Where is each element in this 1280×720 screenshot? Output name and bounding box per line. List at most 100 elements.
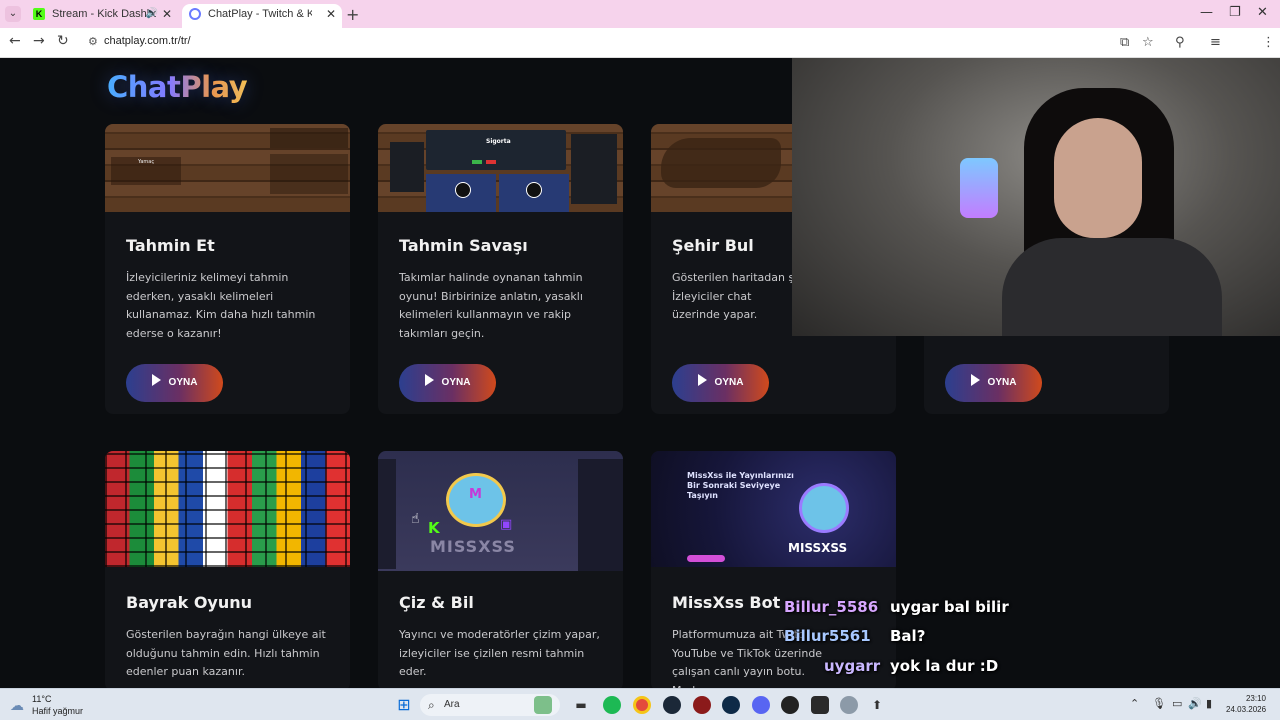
chat-message: uygarr yok la dur :D — [824, 657, 998, 675]
volume-icon[interactable]: 🔊 — [1188, 697, 1202, 710]
chat-username: Billur_5586 — [784, 598, 879, 616]
obs-icon[interactable] — [781, 696, 799, 714]
speaker-icon[interactable]: 🔊 — [146, 4, 158, 24]
thumb-logo-text: MISSXSS — [430, 537, 516, 556]
play-button[interactable]: OYNA — [945, 364, 1042, 402]
chrome-icon[interactable] — [633, 696, 651, 714]
kick-logo-icon: K — [428, 519, 440, 537]
game-thumbnail: Sigorta — [378, 124, 623, 212]
search-icon: ⌕ — [428, 698, 435, 712]
reload-icon[interactable]: ↻ — [57, 33, 69, 49]
play-label: OYNA — [987, 377, 1017, 388]
play-button[interactable]: OYNA — [399, 364, 496, 402]
epic-games-icon[interactable] — [811, 696, 829, 714]
chat-text: uygar bal bilir — [890, 598, 1009, 616]
play-button[interactable]: OYNA — [126, 364, 223, 402]
extensions-icon[interactable]: ⚲ — [1175, 35, 1185, 50]
close-tab-icon[interactable]: ✕ — [162, 4, 172, 24]
play-icon — [151, 374, 161, 386]
game-title: Şehir Bul — [672, 236, 754, 255]
game-card-missxss-bot: MissXss ile Yayınlarınızı Bir Sonraki Se… — [651, 451, 896, 688]
kick-favicon-icon: K — [33, 8, 45, 20]
tab-search-button[interactable]: ⌄ — [5, 6, 21, 22]
chat-message: Billur5561 Bal? — [784, 627, 925, 645]
page-content: ChatPlay Yamaç Tahmin Et İzleyicileriniz… — [0, 58, 1280, 688]
game-card-tahmin-et: Yamaç Tahmin Et İzleyicileriniz kelimeyi… — [105, 124, 350, 414]
mouse-cursor-icon: ☝ — [411, 511, 420, 527]
install-app-icon[interactable]: ⧉ — [1120, 35, 1129, 50]
play-label: OYNA — [714, 377, 744, 388]
game-title: Bayrak Oyunu — [126, 593, 253, 612]
game-description: Gösterilen haritadan şe İzleyiciler chat… — [672, 271, 801, 321]
play-icon — [970, 374, 980, 386]
app-gear-icon[interactable] — [840, 696, 858, 714]
minimize-icon[interactable]: — — [1200, 5, 1213, 20]
game-description: Yayıncı ve moderatörler çizim yapar, izl… — [399, 628, 600, 678]
game-thumbnail: MissXss ile Yayınlarınızı Bir Sonraki Se… — [651, 451, 896, 567]
restore-icon[interactable]: ❐ — [1229, 5, 1241, 20]
window-close-icon[interactable]: ✕ — [1257, 5, 1268, 20]
tab-title: ChatPlay - Twitch & Kick İzleyic — [208, 8, 312, 20]
twitch-logo-icon: ▣ — [500, 517, 513, 532]
app-c-icon[interactable] — [722, 696, 740, 714]
new-tab-icon[interactable]: + — [346, 5, 359, 24]
game-title: Tahmin Et — [126, 236, 215, 255]
game-card-ciz-bil: M K ▣ MISSXSS Çiz & Bil Yayıncı ve moder… — [378, 451, 623, 688]
bookmark-star-icon[interactable]: ☆ — [1142, 35, 1154, 50]
spotify-icon[interactable] — [603, 696, 621, 714]
game-description: Takımlar halinde oynanan tahmin oyunu! B… — [399, 271, 583, 340]
chatplay-favicon-icon — [189, 8, 201, 20]
tab-title: Stream - Kick Dashboard — [52, 8, 156, 20]
forward-icon[interactable]: → — [33, 33, 45, 49]
game-card-bayrak-oyunu: Bayrak Oyunu Gösterilen bayrağın hangi ü… — [105, 451, 350, 688]
game-title: MissXss Bot — [672, 593, 781, 612]
chat-username: uygarr — [824, 657, 881, 675]
tab-kick-dashboard[interactable]: K Stream - Kick Dashboard 🔊 ✕ — [26, 4, 178, 28]
battery-icon[interactable]: ▮ — [1206, 697, 1212, 710]
menu-dots-icon[interactable]: ⋮ — [1262, 35, 1275, 50]
reading-list-icon[interactable]: ≡ — [1210, 35, 1221, 50]
clock-date: 24.03.2026 — [1226, 705, 1267, 714]
site-info-icon[interactable]: ⚙ — [88, 35, 98, 48]
site-logo[interactable]: ChatPlay — [107, 70, 248, 104]
thumb-label: Sigorta — [486, 138, 511, 145]
close-tab-icon[interactable]: ✕ — [326, 4, 336, 24]
rain-cloud-icon: ☁ — [10, 697, 24, 713]
play-button[interactable]: OYNA — [672, 364, 769, 402]
browser-tab-bar: ⌄ K Stream - Kick Dashboard 🔊 ✕ ChatPlay… — [0, 0, 1280, 28]
weather-desc: Hafif yağmur — [32, 706, 84, 716]
file-explorer-icon[interactable]: ▬ — [572, 696, 590, 714]
microphone-icon[interactable]: 🎙 — [1152, 697, 1166, 710]
windows-taskbar: ☁ 11°C Hafif yağmur ⊞ ⌕ Ara ▬ ⬆ ⌃ 🎙 ▭ 🔊 … — [0, 688, 1280, 720]
weather-temp: 11°C — [32, 694, 52, 704]
thumb-label: Yamaç — [138, 159, 155, 165]
chat-text: yok la dur :D — [890, 657, 999, 675]
widget-landscape-icon[interactable] — [534, 696, 552, 714]
address-toolbar: ← → ↻ ⚙ chatplay.com.tr/tr/ ⧉ ☆ ⚲ ≡ ⋮ — [0, 28, 1280, 77]
network-icon[interactable]: ▭ — [1172, 697, 1182, 710]
play-label: OYNA — [168, 377, 198, 388]
chat-username: Billur5561 — [784, 627, 871, 645]
game-title: Tahmin Savaşı — [399, 236, 528, 255]
game-title: Çiz & Bil — [399, 593, 474, 612]
mascot-m-icon: M — [469, 487, 482, 502]
address-bar[interactable]: ⚙ chatplay.com.tr/tr/ — [82, 31, 1172, 55]
chat-message: Billur_5586 uygar bal bilir — [784, 598, 1009, 616]
back-icon[interactable]: ← — [9, 33, 21, 49]
thumb-headline: MissXss ile Yayınlarınızı Bir Sonraki Se… — [687, 471, 794, 500]
play-label: OYNA — [441, 377, 471, 388]
tray-chevron-icon[interactable]: ⌃ — [1130, 697, 1139, 710]
clock-time: 23:10 — [1245, 694, 1266, 703]
app-arrow-icon[interactable]: ⬆ — [868, 696, 886, 714]
thumb-brand: MISSXSS — [788, 541, 848, 555]
chat-text: Bal? — [890, 627, 926, 645]
play-icon — [697, 374, 707, 386]
steam-icon[interactable] — [663, 696, 681, 714]
taskbar-clock[interactable]: 23:10 24.03.2026 — [1226, 693, 1266, 715]
search-placeholder: Ara — [444, 699, 460, 710]
url-text: chatplay.com.tr/tr/ — [104, 35, 191, 47]
windows-start-icon[interactable]: ⊞ — [395, 696, 413, 714]
app-red-icon[interactable] — [693, 696, 711, 714]
tab-chatplay[interactable]: ChatPlay - Twitch & Kick İzleyic ✕ — [182, 4, 342, 28]
discord-icon[interactable] — [752, 696, 770, 714]
